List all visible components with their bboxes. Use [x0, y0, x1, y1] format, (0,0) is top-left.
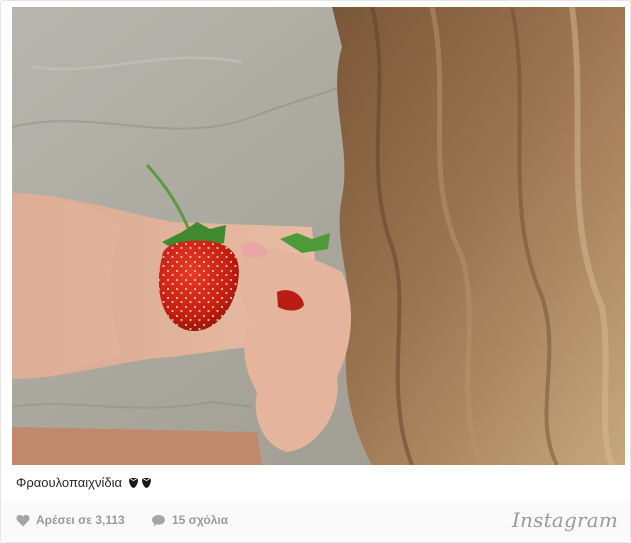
post-footer: Αρέσει σε 3,113 15 σχόλια Instagram [1, 501, 630, 541]
caption-text: Φραουλοπαιχνίδια [16, 475, 123, 490]
likes-count: Αρέσει σε 3,113 [36, 513, 125, 527]
comment-bubble-icon [152, 514, 165, 526]
photo-image [12, 7, 625, 465]
comments-count: 15 σχόλια [172, 513, 229, 527]
caption-emoji [128, 477, 152, 489]
post-caption: Φραουλοπαιχνίδια [16, 475, 152, 490]
heart-icon [16, 514, 30, 526]
comments-link[interactable]: 15 σχόλια [151, 513, 228, 527]
strawberry-emoji-icon [129, 477, 139, 488]
strawberry-emoji-icon [142, 477, 152, 488]
post-photo[interactable] [12, 7, 625, 465]
likes-link[interactable]: Αρέσει σε 3,113 [16, 513, 125, 527]
instagram-embed-card: Φραουλοπαιχνίδια Αρέσει σε 3,113 15 σχόλ… [0, 0, 631, 543]
instagram-logo[interactable]: Instagram [512, 508, 618, 532]
